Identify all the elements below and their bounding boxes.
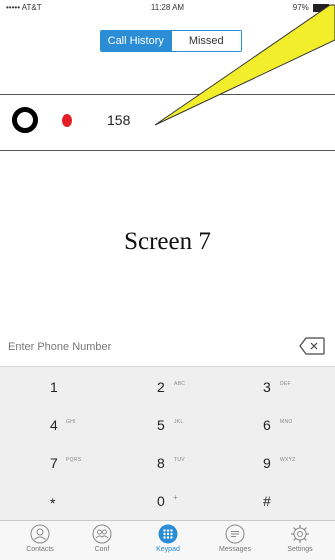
battery-percent: 97% [292,3,309,12]
battery-icon [313,3,329,12]
key-8[interactable]: 8 TUV [111,442,223,480]
keypad-icon [158,524,178,544]
backspace-icon[interactable] [299,337,325,355]
key-letters: JKL [174,419,184,425]
divider-bottom [0,150,335,151]
key-letters: PQRS [66,457,82,463]
key-5[interactable]: 5 JKL [111,404,223,442]
tab-settings[interactable]: Settings [270,524,330,560]
key-letters: TUV [174,457,185,463]
tab-missed[interactable]: Missed [170,31,241,51]
key-letters: ABC [174,381,186,387]
key-digit: 6 [263,417,271,433]
clock: 11:28 AM [150,3,185,12]
bottom-tab-bar: Contacts Conf Keypad Messages Settings [0,520,335,560]
key-9[interactable]: 9 WXYZ [223,442,335,480]
key-digit: 5 [157,417,165,433]
key-digit: 9 [263,455,271,471]
key-digit: 2 [157,379,165,395]
contacts-icon [30,524,50,544]
key-letters: + [173,493,178,502]
key-3[interactable]: 3 DEF [223,366,335,404]
key-1[interactable]: 1 [0,366,111,404]
tab-label: Keypad [156,546,180,553]
key-digit: 7 [50,455,58,471]
key-digit: 3 [263,379,271,395]
key-digit: 1 [50,379,58,395]
key-digit: 4 [50,417,58,433]
tab-label: Messages [219,546,251,553]
dialpad: 1 2 ABC 3 DEF 4 GHI 5 JKL 6 MNO 7 PQRS 8… [0,326,335,520]
key-digit: 8 [157,455,165,471]
tab-messages[interactable]: Messages [205,524,265,560]
key-letters: MNO [280,419,293,425]
tab-conf[interactable]: Conf [72,524,132,560]
key-digit: * [50,495,56,511]
key-6[interactable]: 6 MNO [223,404,335,442]
tab-label: Conf [94,546,110,553]
settings-icon [291,525,309,543]
key-star[interactable]: * [0,480,111,518]
battery-status: 97% [293,3,329,12]
call-number: 158 [107,112,131,128]
screen-label: Screen 7 [124,228,211,255]
history-segmented-control: Call History Missed [100,30,242,52]
phone-number-field-container [0,326,335,367]
ring-status-icon [12,107,38,133]
tab-keypad[interactable]: Keypad [138,524,198,560]
tab-label: Settings [287,546,313,553]
call-history-row[interactable]: 158 [0,95,335,150]
key-7[interactable]: 7 PQRS [0,442,111,480]
conference-icon [92,524,112,544]
missed-dot-icon [62,114,72,127]
phone-number-input[interactable] [6,336,260,358]
key-letters: GHI [66,419,76,425]
key-letters: DEF [280,381,291,387]
tab-label: Contacts [26,546,54,553]
key-digit: # [263,493,271,509]
key-2[interactable]: 2 ABC [111,366,223,404]
keypad-grid: 1 2 ABC 3 DEF 4 GHI 5 JKL 6 MNO 7 PQRS 8… [0,366,335,520]
tab-contacts[interactable]: Contacts [10,524,70,560]
key-0[interactable]: 0 + [111,480,223,518]
key-letters: WXYZ [280,457,296,463]
status-bar: ••••• AT&T 11:28 AM 97% [0,0,335,14]
key-hash[interactable]: # [223,480,335,518]
tab-call-history[interactable]: Call History [101,31,171,51]
key-digit: 0 [157,493,165,509]
messages-icon [225,524,245,544]
key-4[interactable]: 4 GHI [0,404,111,442]
